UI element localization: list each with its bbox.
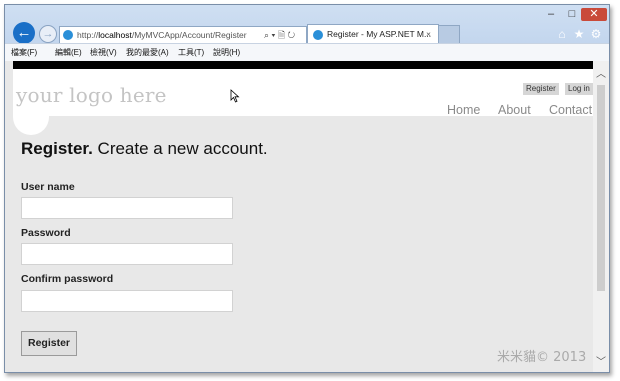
register-submit-button[interactable]: Register xyxy=(21,331,77,356)
scroll-up-icon[interactable]: ︿ xyxy=(596,65,606,80)
tab-register[interactable]: Register - My ASP.NET M... × xyxy=(307,24,439,44)
nav-home-link[interactable]: Home xyxy=(447,103,480,117)
username-label: User name xyxy=(21,181,75,193)
register-link[interactable]: Register xyxy=(523,83,559,95)
url-path: /MyMVCApp/Account/Register xyxy=(131,30,247,40)
menu-file[interactable]: 檔案(F) xyxy=(11,44,37,61)
minimize-button[interactable]: – xyxy=(542,8,560,21)
url-prefix: http:// xyxy=(77,30,99,40)
scroll-thumb[interactable] xyxy=(597,85,605,291)
browser-window: – □ ✕ ← → http://localhost/MyMVCApp/Acco… xyxy=(4,4,610,373)
gear-icon[interactable]: ⚙ xyxy=(589,27,603,41)
address-bar[interactable]: http://localhost/MyMVCApp/Account/Regist… xyxy=(59,26,307,44)
page-title: Register. Create a new account. xyxy=(21,139,268,159)
menu-edit[interactable]: 編輯(E) xyxy=(55,44,82,61)
menu-bar: 檔案(F) 編輯(E) 檢視(V) 我的最愛(A) 工具(T) 說明(H) xyxy=(5,43,609,61)
ie-page-icon xyxy=(63,30,73,40)
mouse-cursor-icon xyxy=(230,89,240,103)
forward-arrow-icon[interactable]: → xyxy=(39,25,57,43)
back-arrow-icon[interactable]: ← xyxy=(13,22,35,44)
menu-favorites[interactable]: 我的最愛(A) xyxy=(126,44,169,61)
page-title-bold: Register. xyxy=(21,139,93,158)
menu-view[interactable]: 檢視(V) xyxy=(90,44,117,61)
top-black-bar xyxy=(13,61,593,69)
menu-tools[interactable]: 工具(T) xyxy=(178,44,204,61)
url-host: localhost xyxy=(98,30,132,40)
favorites-star-icon[interactable]: ★ xyxy=(572,27,586,41)
home-icon[interactable]: ⌂ xyxy=(555,27,569,41)
url-text: http://localhost/MyMVCApp/Account/Regist… xyxy=(77,27,247,43)
page-title-subtitle: Create a new account. xyxy=(92,139,268,158)
logo-tab-decoration xyxy=(13,113,49,135)
site-logo[interactable]: your logo here xyxy=(16,83,167,107)
tab-close-icon[interactable]: × xyxy=(426,25,431,44)
password-input[interactable] xyxy=(21,243,233,265)
site-header: your logo here Register Log in Home Abou… xyxy=(13,69,593,135)
menu-help[interactable]: 說明(H) xyxy=(213,44,240,61)
confirm-password-input[interactable] xyxy=(21,290,233,312)
page-viewport: your logo here Register Log in Home Abou… xyxy=(5,61,609,372)
address-tools-icons[interactable]: ⌕ ▾ 🗎 ↻ xyxy=(264,27,295,43)
ie-tab-icon xyxy=(313,30,323,40)
nav-contact-link[interactable]: Contact xyxy=(549,103,592,117)
close-window-button[interactable]: ✕ xyxy=(581,8,607,21)
login-link[interactable]: Log in xyxy=(565,83,593,95)
confirm-password-label: Confirm password xyxy=(21,273,114,285)
title-bar: – □ ✕ ← → http://localhost/MyMVCApp/Acco… xyxy=(5,5,609,45)
vertical-scrollbar[interactable]: ︿ ﹀ xyxy=(593,61,609,372)
watermark: 米米貓© 2013 xyxy=(497,350,587,365)
password-label: Password xyxy=(21,227,71,239)
tab-title: Register - My ASP.NET M... xyxy=(327,29,432,39)
maximize-button[interactable]: □ xyxy=(563,8,581,21)
username-input[interactable] xyxy=(21,197,233,219)
new-tab-button[interactable] xyxy=(438,25,460,45)
scroll-down-icon[interactable]: ﹀ xyxy=(596,353,606,368)
nav-about-link[interactable]: About xyxy=(498,103,531,117)
